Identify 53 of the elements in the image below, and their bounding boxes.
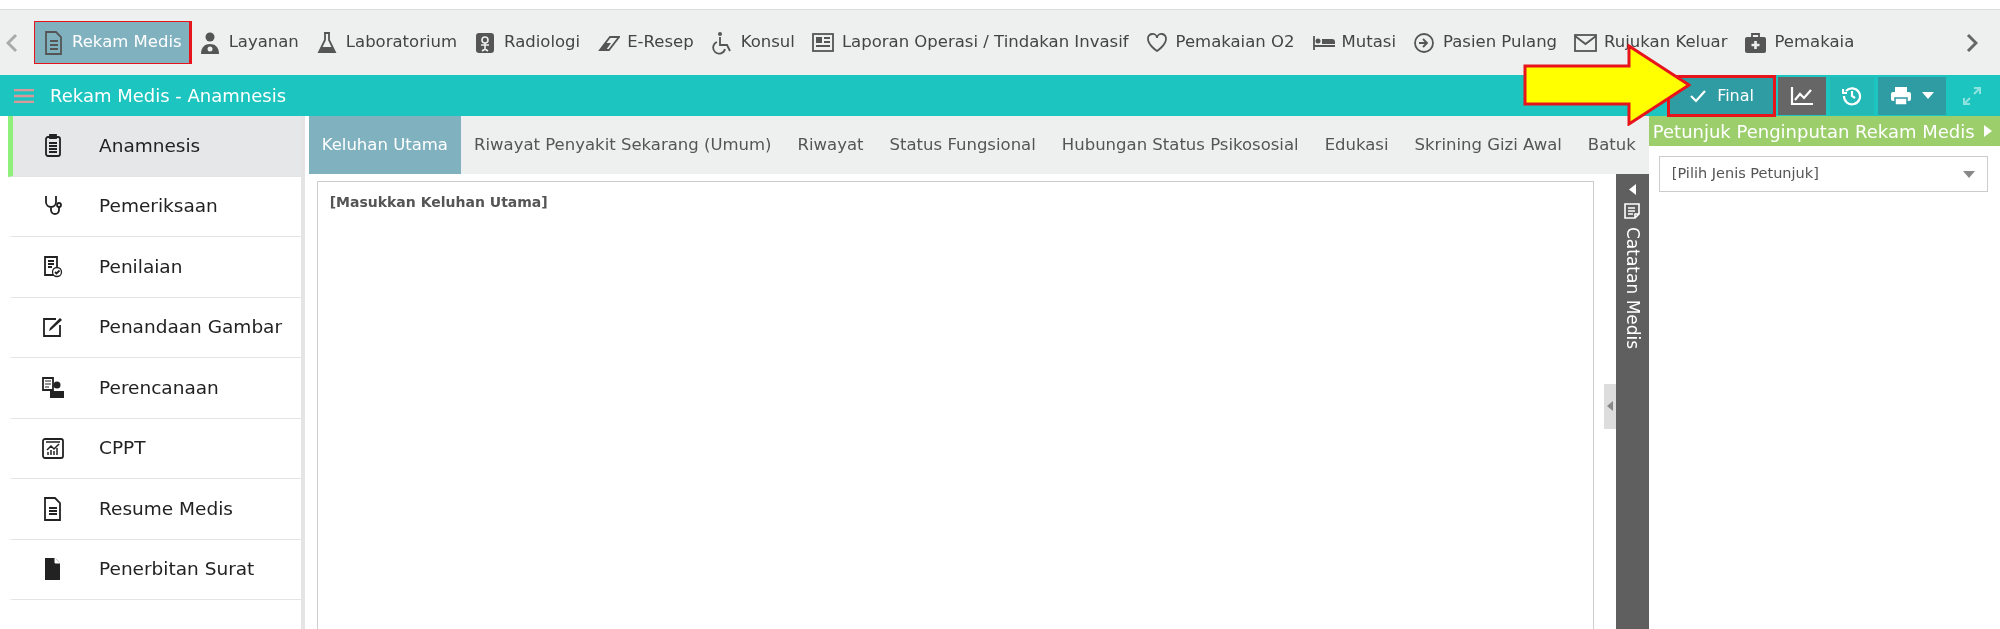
chevron-right-icon[interactable] (1966, 32, 1978, 53)
printer-icon (1890, 85, 1912, 106)
module-tab[interactable]: Layanan (190, 21, 307, 64)
print-dropdown-button[interactable] (1878, 76, 1946, 115)
check-icon (1689, 88, 1708, 103)
expand-icon (1962, 85, 1982, 106)
caret-right-icon[interactable] (1984, 125, 1992, 137)
sidebar-item[interactable]: Anamnesis (8, 116, 301, 177)
module-tab[interactable]: Mutasi (1303, 21, 1404, 64)
guide-type-select[interactable]: [Pilih Jenis Petunjuk] (1658, 156, 1988, 192)
note-icon (1624, 203, 1641, 219)
section-tab[interactable]: Riwayat (784, 116, 877, 174)
module-tab[interactable]: Pemakaian O2 (1137, 21, 1303, 64)
wheelchair-icon (710, 30, 734, 55)
history-button[interactable] (1830, 76, 1874, 115)
module-tab[interactable]: Pemakaia (1736, 21, 1863, 64)
chevron-left-icon[interactable] (6, 32, 18, 53)
module-tab[interactable]: Pasien Pulang (1405, 21, 1566, 64)
notes-panel-title: Catatan Medis (1622, 227, 1645, 350)
edit-icon (41, 315, 65, 340)
caret-left-icon (1628, 184, 1636, 195)
guide-panel-title: Petunjuk Penginputan Rekam Medis (1652, 119, 1975, 144)
section-tab[interactable]: Status Fungsional (876, 116, 1049, 174)
collapse-handle[interactable] (1603, 383, 1616, 429)
section-tab[interactable]: Batuk (1574, 116, 1649, 174)
chart-board-icon (41, 436, 65, 461)
newspaper-icon (811, 30, 835, 55)
chart-button[interactable] (1778, 76, 1826, 115)
medical-kit-icon (1744, 30, 1768, 55)
caret-down-icon (1963, 170, 1975, 178)
module-tab[interactable]: Laporan Operasi / Tindakan Invasif (803, 21, 1137, 64)
module-tab[interactable]: Rujukan Keluar (1566, 21, 1736, 64)
section-title: Rekam Medis - Anamnesis (50, 84, 287, 108)
heart-icon (1145, 30, 1169, 55)
module-tab[interactable]: Laboratorium (307, 21, 466, 64)
module-tab[interactable]: Radiologi (466, 21, 589, 64)
flask-icon (315, 30, 339, 55)
notes-side-panel[interactable]: Catatan Medis (1615, 174, 1649, 629)
document-icon (42, 30, 65, 55)
checklist-icon (41, 254, 65, 279)
arrow-circle-icon (1413, 30, 1436, 55)
section-tab[interactable]: Edukasi (1311, 116, 1402, 174)
caret-down-icon (1922, 92, 1934, 99)
planning-icon (41, 375, 65, 400)
section-tab[interactable]: Skrining Gizi Awal (1401, 116, 1575, 174)
module-tab[interactable]: Konsul (702, 21, 803, 64)
complaint-textarea[interactable]: [Masukkan Keluhan Utama] (316, 181, 1594, 629)
module-tab[interactable]: E-Resep (589, 21, 702, 64)
select-value: [Pilih Jenis Petunjuk] (1671, 164, 1819, 184)
line-chart-icon (1790, 85, 1814, 106)
section-tab[interactable]: Riwayat Penyakit Sekarang (Umum) (461, 116, 785, 174)
history-icon (1842, 85, 1862, 106)
section-tab[interactable]: Hubungan Status Psikososial (1048, 116, 1312, 174)
